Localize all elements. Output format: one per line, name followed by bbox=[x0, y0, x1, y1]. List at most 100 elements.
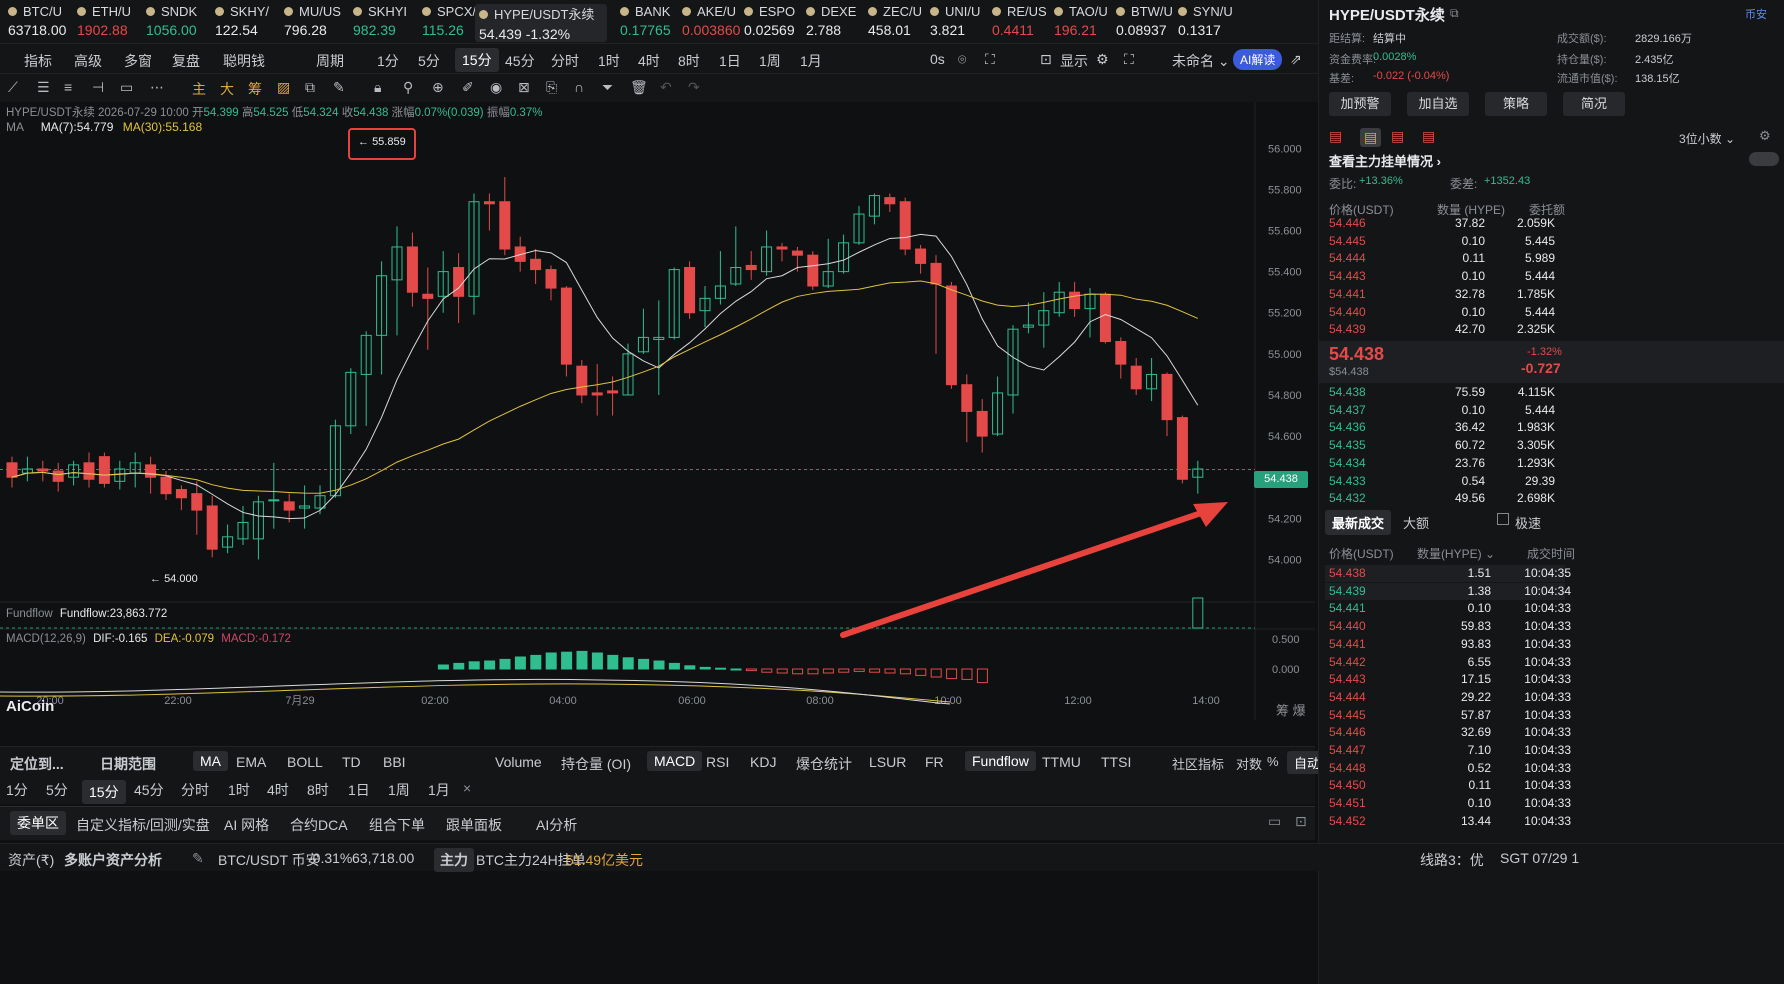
indicator-14[interactable]: TTMU bbox=[1042, 754, 1081, 770]
toolbar-14[interactable]: 1日 bbox=[719, 51, 741, 71]
tool-main[interactable]: 主 bbox=[192, 79, 206, 99]
trendline-icon[interactable]: ⟋ bbox=[8, 79, 18, 96]
ticker-item[interactable]: UNI/U 3.821 bbox=[930, 4, 992, 42]
indicator-11[interactable]: LSUR bbox=[869, 754, 906, 770]
indicator-12[interactable]: FR bbox=[925, 754, 944, 770]
toolbar-0[interactable]: 指标 bbox=[24, 51, 52, 71]
ticker-item[interactable]: BTW/U 0.08937 bbox=[1116, 4, 1178, 42]
ticker-item[interactable]: SYN/U 0.1317 bbox=[1178, 4, 1240, 42]
settings-icon[interactable]: ⚙ bbox=[1096, 51, 1109, 68]
locate-button[interactable]: 定位到... bbox=[10, 754, 64, 774]
pattern-icon[interactable]: ▨ bbox=[277, 79, 290, 96]
redo-icon[interactable]: ↷ bbox=[688, 79, 700, 96]
kline-chart[interactable]: 56.000 55.800 55.600 55.400 55.200 55.000 54.8… bbox=[0, 102, 1315, 720]
period-4[interactable]: 分时 bbox=[181, 780, 209, 800]
toolbar-13[interactable]: 8时 bbox=[678, 51, 700, 71]
side-button-1[interactable]: 加自选 bbox=[1407, 92, 1469, 116]
indicator-7[interactable]: MACD bbox=[647, 751, 703, 771]
period-9[interactable]: 1周 bbox=[388, 780, 410, 800]
toolbar-16[interactable]: 1月 bbox=[800, 51, 822, 71]
layout-icon[interactable]: ⛶ bbox=[1124, 51, 1134, 68]
ruler-icon[interactable]: ⊣ bbox=[92, 79, 104, 96]
lock-icon[interactable]: 🔒︎ bbox=[374, 79, 381, 96]
period-2[interactable]: 15分 bbox=[82, 780, 126, 804]
channel-icon[interactable]: ≡ bbox=[64, 79, 72, 95]
toolbar-12[interactable]: 4时 bbox=[638, 51, 660, 71]
bid-row[interactable]: 54.432 49.56 2.698K bbox=[1329, 490, 1555, 507]
link-icon[interactable]: ⚲ bbox=[403, 79, 413, 96]
tool-chip[interactable]: 筹 bbox=[248, 79, 262, 99]
toolbar-1[interactable]: 高级 bbox=[74, 51, 102, 71]
toolbar-15[interactable]: 1周 bbox=[759, 51, 781, 71]
toolbar-3[interactable]: 复盘 bbox=[172, 51, 200, 71]
toolbar-11[interactable]: 1时 bbox=[598, 51, 620, 71]
ticker-item[interactable]: RE/US 0.4411 bbox=[992, 4, 1054, 42]
ticker-item[interactable]: MU/US 796.28 bbox=[284, 4, 346, 42]
indicator-4[interactable]: BBI bbox=[383, 754, 406, 770]
minimize-icon[interactable]: ▭ bbox=[1268, 813, 1281, 830]
ticker-item[interactable]: HYPE/USDT永续 54.439 -1.32% bbox=[475, 4, 607, 42]
display-icon[interactable]: ⊡ bbox=[1040, 51, 1052, 68]
precision-select[interactable]: 3位小数 ⌄ bbox=[1679, 130, 1735, 147]
ticker-item[interactable]: DEXE 2.788 bbox=[806, 4, 868, 42]
toolbar-5[interactable]: 周期 bbox=[316, 51, 344, 71]
layout-b-icon[interactable]: ▤ bbox=[1360, 128, 1382, 147]
close-periods-icon[interactable]: × bbox=[463, 780, 471, 796]
indicator-16[interactable]: 社区指标 bbox=[1172, 754, 1224, 773]
lock2-icon[interactable]: ⊠ bbox=[518, 79, 530, 96]
eye-icon[interactable]: ◉ bbox=[490, 79, 502, 96]
period-3[interactable]: 45分 bbox=[134, 780, 164, 800]
hline-icon[interactable]: ☰ bbox=[37, 79, 50, 96]
highlighter-icon[interactable]: ✐ bbox=[462, 79, 474, 96]
tool-big[interactable]: 大 bbox=[220, 79, 234, 99]
trash-icon[interactable]: 🗑︎ bbox=[630, 79, 648, 96]
bid-row[interactable]: 54.436 36.42 1.983K bbox=[1329, 419, 1555, 436]
period-5[interactable]: 1时 bbox=[228, 780, 250, 800]
panel-tab-5[interactable]: 跟单面板 bbox=[446, 815, 502, 835]
ask-row[interactable]: 54.445 0.10 5.445 bbox=[1329, 233, 1555, 250]
bid-row[interactable]: 54.438 75.59 4.115K bbox=[1329, 384, 1555, 401]
bid-row[interactable]: 54.434 23.76 1.293K bbox=[1329, 455, 1555, 472]
kline-svg[interactable]: 56.000 55.800 55.600 55.400 55.200 55.000 54.8… bbox=[0, 102, 1315, 720]
chip-button[interactable]: 筹 bbox=[1276, 703, 1289, 718]
toolbar-4[interactable]: 聪明钱 bbox=[223, 51, 265, 71]
watch-toggle[interactable] bbox=[1749, 152, 1779, 166]
panel-tab-3[interactable]: 合约DCA bbox=[290, 815, 348, 835]
rect-icon[interactable]: ▭ bbox=[120, 79, 133, 96]
fast-checkbox[interactable] bbox=[1497, 513, 1509, 525]
bid-row[interactable]: 54.433 0.54 29.39 bbox=[1329, 473, 1555, 490]
ask-row[interactable]: 54.444 0.11 5.989 bbox=[1329, 250, 1555, 267]
ticker-item[interactable]: SKHYI 982.39 bbox=[353, 4, 415, 42]
toolbar-2[interactable]: 多窗 bbox=[124, 51, 152, 71]
copy-icon[interactable]: ⧉ bbox=[305, 79, 315, 96]
panel-tab-1[interactable]: 自定义指标/回测/实盘 bbox=[76, 815, 210, 835]
ask-row[interactable]: 54.446 37.82 2.059K bbox=[1329, 215, 1555, 232]
side-button-2[interactable]: 策略 bbox=[1485, 92, 1547, 116]
indicator-13[interactable]: Fundflow bbox=[965, 751, 1036, 771]
indicator-17[interactable]: 对数 bbox=[1236, 754, 1262, 773]
zoom-icon[interactable]: ⊕ bbox=[432, 79, 444, 96]
indicator-18[interactable]: % bbox=[1267, 754, 1279, 769]
indicator-1[interactable]: EMA bbox=[236, 754, 266, 770]
panel-tab-2[interactable]: AI 网格 bbox=[224, 815, 269, 835]
ticker-item[interactable]: ETH/U 1902.88 bbox=[77, 4, 139, 42]
brush-icon[interactable]: ✎ bbox=[333, 79, 345, 96]
bid-row[interactable]: 54.437 0.10 5.444 bbox=[1329, 402, 1555, 419]
panel-tab-4[interactable]: 组合下单 bbox=[369, 815, 425, 835]
layout-a-icon[interactable]: ▤ bbox=[1329, 128, 1342, 145]
ai-button[interactable]: AI解读 bbox=[1233, 49, 1283, 70]
share-icon[interactable]: ⇗ bbox=[1290, 51, 1302, 68]
layout-name[interactable]: 未命名 ⌄ bbox=[1172, 51, 1230, 71]
period-1[interactable]: 5分 bbox=[46, 780, 68, 800]
dot-line-icon[interactable]: ⋯ bbox=[150, 79, 164, 96]
trade-tab-large[interactable]: 大额 bbox=[1403, 513, 1429, 532]
ask-row[interactable]: 54.439 42.70 2.325K bbox=[1329, 321, 1555, 338]
indicator-3[interactable]: TD bbox=[342, 754, 361, 770]
panel-tab-6[interactable]: AI分析 bbox=[536, 815, 577, 835]
trade-tab-latest[interactable]: 最新成交 bbox=[1325, 510, 1392, 535]
toolbar-9[interactable]: 45分 bbox=[505, 51, 535, 71]
magnet-icon[interactable]: ∩ bbox=[574, 79, 584, 95]
paste-icon[interactable]: ⎘ bbox=[546, 79, 557, 96]
window-icon[interactable]: ⊡ bbox=[1295, 813, 1307, 830]
ticker-item[interactable]: SNDK 1056.00 bbox=[146, 4, 208, 42]
